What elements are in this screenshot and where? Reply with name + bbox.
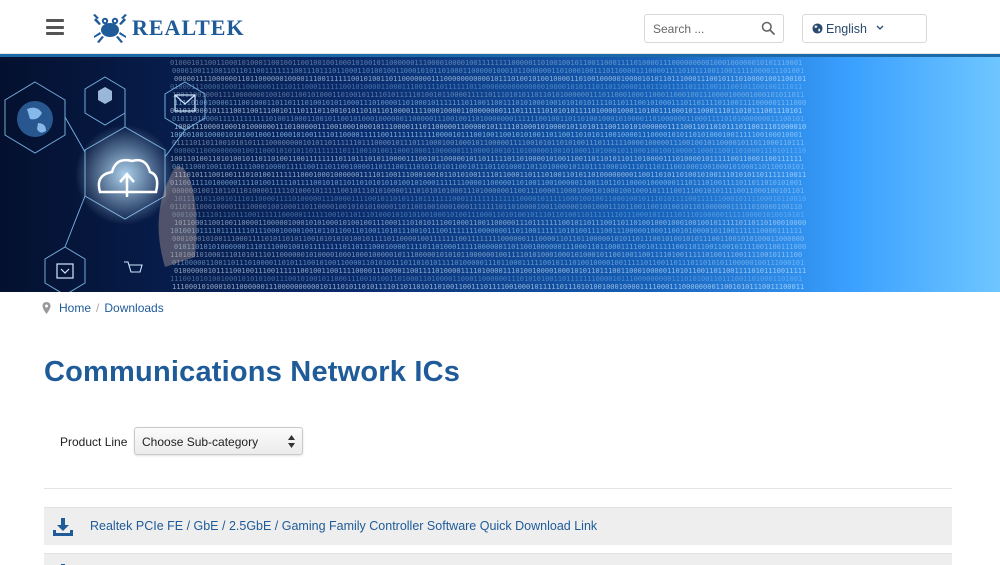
svg-text:000100111101110111001111110000: 0001001111011101110011111100000111111001… [172, 211, 804, 219]
svg-text:001110001001101111100010000111: 0011100010011011111000100001111100111011… [172, 163, 804, 171]
svg-text:101110101100101110110000111101: 1011101011001011101100001111010000011100… [174, 195, 806, 203]
svg-text:100001010100000001010011110111: 1000010101000000010100111101111110100110… [174, 291, 806, 292]
svg-text:000010011100110110110011111110: 0000100111001101101100111111100111011101… [172, 67, 804, 75]
svg-text:001010000101111001100111001011: 0010100001011110011001110010111011101100… [170, 107, 802, 115]
select-arrows-icon [288, 435, 295, 448]
search-box [644, 14, 784, 43]
page-title: Communications Network ICs [44, 356, 461, 388]
download-icon [53, 518, 73, 536]
svg-text:000001111000000110110000001000: 0000011110000001101100000010000111001111… [174, 75, 806, 83]
sub-category-select[interactable]: Choose Sub-category [134, 427, 303, 455]
svg-text:011000001100110111010000110101: 0110000011001101110100001101011100101001… [172, 259, 804, 267]
site-header: REALTEK English [0, 0, 1000, 54]
svg-text:011011100010000111100001001000: 0110111000100001111000010010001101100001… [170, 203, 802, 211]
svg-text:111001010100100010101010011100: 1110010101001000101010100111001010010110… [170, 275, 802, 283]
crab-logo-icon [93, 14, 127, 43]
svg-text:010001011001100010100011001001: 0100010110011000101000110010011001001001… [170, 59, 802, 67]
breadcrumb: Home / Downloads [42, 300, 164, 316]
breadcrumb-separator: / [96, 301, 100, 315]
binary-data-banner-image: 0100010110011000101000110010011001001001… [0, 57, 1000, 292]
product-line-label: Product Line [60, 435, 128, 449]
realtek-logo[interactable]: REALTEK [92, 11, 245, 45]
globe-icon [812, 23, 823, 34]
svg-text:000001100000000010011000101010: 0000011000000000100110001010101101111111… [174, 147, 806, 155]
svg-text:011001111010000011110100111110: 0110011110100000111101001111101111001010… [170, 179, 802, 187]
binary-pattern: 0100010110011000101000110010011001001001… [170, 59, 806, 292]
svg-text:010110101010000001110111000100: 0101101010100000011101110001001011111111… [174, 243, 806, 251]
svg-text:011110110110010101011110000000: 0111101101100101010111100000000101011011… [172, 139, 804, 147]
download-link[interactable]: Realtek PCIe FE / GbE / 2.5GbE / Gaming … [90, 519, 597, 533]
map-pin-icon [42, 302, 51, 314]
svg-text:010001110000100011000000111101: 0100011100001000110000001111011100011111… [170, 83, 802, 91]
chevron-down-icon [876, 25, 884, 30]
breadcrumb-downloads-link[interactable]: Downloads [104, 301, 163, 315]
search-icon[interactable] [761, 21, 775, 35]
svg-text:111101001000011100100011011011: 1111010010000111001000110110111010010101… [174, 99, 806, 107]
language-selector[interactable]: English [802, 14, 927, 43]
language-label: English [826, 22, 867, 36]
svg-text:000100010100111000111101011010: 0001000101001110001111010110101100101010… [172, 235, 804, 243]
svg-text:111000101000101100000011100000: 1110001010001011000000111000000000010111… [172, 283, 804, 291]
breadcrumb-home-link[interactable]: Home [59, 301, 91, 315]
search-input[interactable] [653, 20, 758, 38]
svg-text:010000001011110010011100111111: 0100000010111100100111001111110010011001… [174, 267, 806, 275]
svg-text:110100101000111010101110110000: 1101001010001110101011101100000010100001… [170, 251, 802, 259]
svg-text:101001011110111111101110001000: 1010010111101111111011100010000100101101… [170, 227, 802, 235]
svg-text:100001001000010101001000110001: 1000010010000101010010001100010100111101… [170, 131, 802, 139]
svg-text:100110100110101001011011010011: 1001101001101010010110110100110011111111… [170, 155, 802, 163]
download-list-item[interactable] [44, 553, 952, 565]
download-list-item[interactable]: Realtek PCIe FE / GbE / 2.5GbE / Gaming … [44, 507, 952, 545]
svg-text:000000100110110110100001111101: 0000001001101101101000011111010001011111… [172, 187, 804, 195]
sub-category-select-value: Choose Sub-category [142, 435, 259, 449]
hero-banner: 0100010110011000101000110010011001001001… [0, 54, 1000, 292]
svg-text:111010111001001110101001111111: 1110101110010011101010011111110001000100… [174, 171, 806, 179]
svg-text:010110100001111111111110100110: 0101101000011111111111101001100011001011… [172, 115, 804, 123]
content-divider [44, 488, 952, 489]
menu-icon[interactable] [46, 19, 64, 35]
logo-text: REALTEK [132, 15, 245, 40]
svg-text:100110010001111000000010010011: 1001100100011110000000100100110010100011… [172, 91, 804, 99]
svg-text:101100011001001100001100000100: 1011000110010011000011000001000101010001… [174, 219, 806, 227]
svg-text:100011100001000101000000111010: 1000111000010001010000001110100000111001… [174, 123, 806, 131]
